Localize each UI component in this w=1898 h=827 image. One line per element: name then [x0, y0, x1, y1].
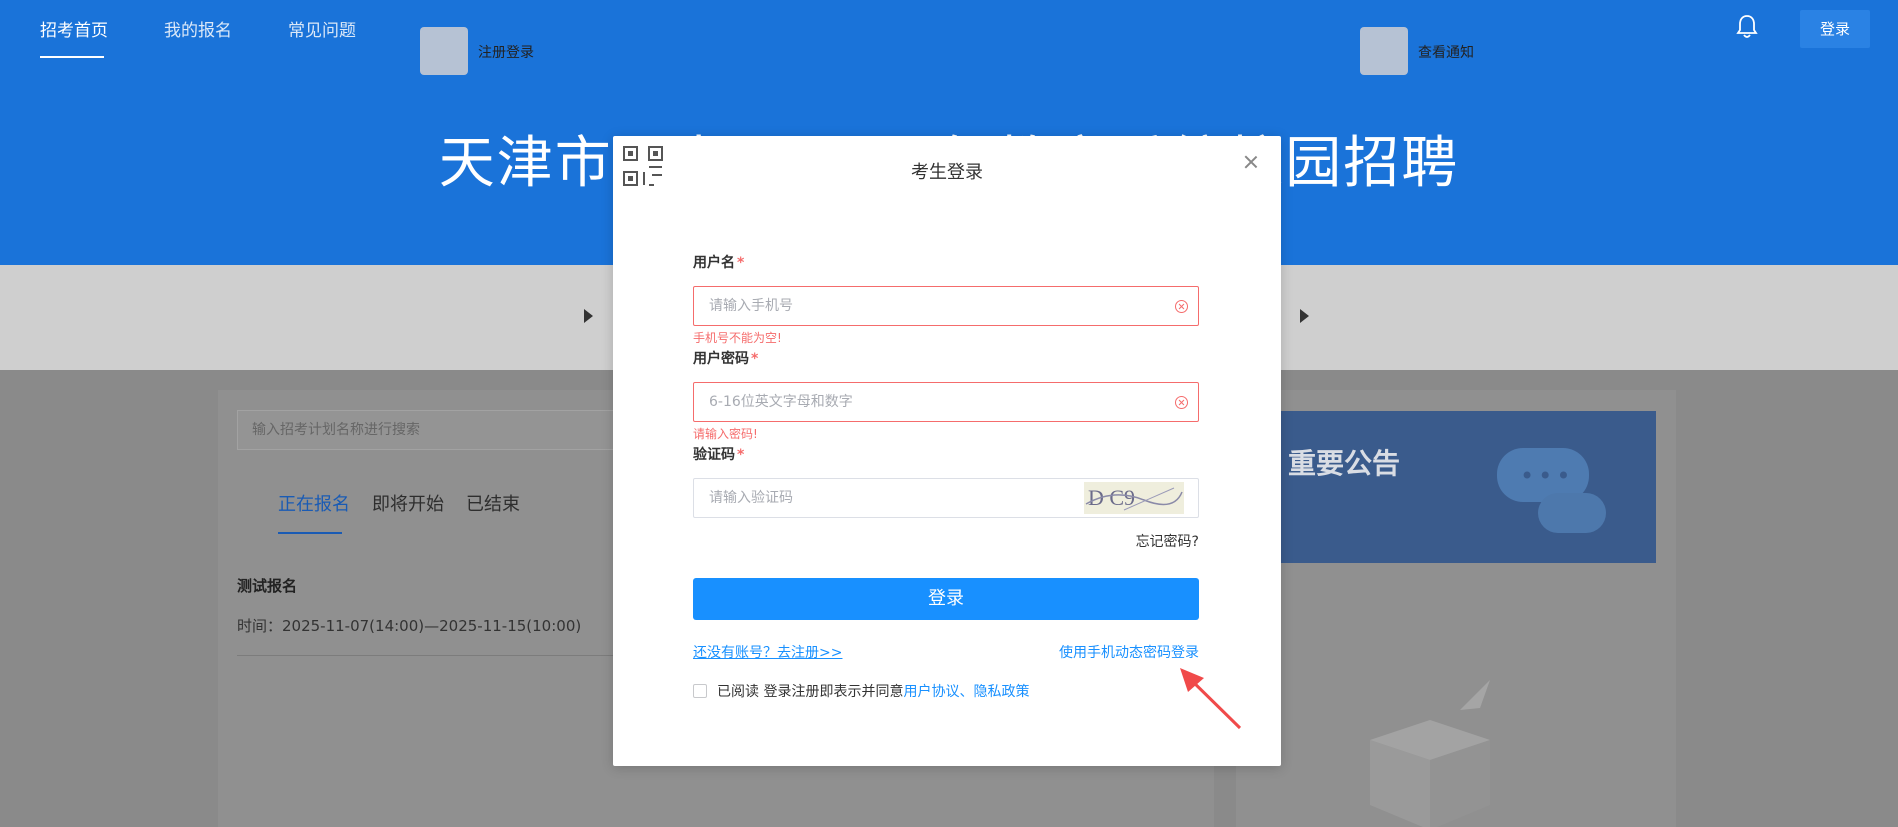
top-nav: 招考首页 我的报名 常见问题 登录 [0, 0, 1898, 60]
nav-item-home[interactable]: 招考首页 [40, 16, 108, 41]
captcha-label: 验证码 * [693, 447, 745, 463]
plan-item-time: 时间：2025-11-07(14:00)—2025-11-15(10:00) [237, 617, 582, 635]
nav-active-underline [40, 56, 104, 58]
step-arrow-icon [1300, 309, 1309, 323]
plan-item-title[interactable]: 测试报名 [237, 575, 297, 596]
step-label: 查看通知 [1418, 45, 1474, 61]
close-icon[interactable] [1243, 154, 1259, 170]
clear-icon[interactable] [1175, 396, 1188, 409]
tab-upcoming[interactable]: 即将开始 [372, 490, 444, 516]
username-label: 用户名 * [693, 255, 745, 271]
captcha-image[interactable]: D C9 [1084, 482, 1184, 514]
forgot-password-link[interactable]: 忘记密码? [1136, 531, 1199, 551]
privacy-policy-link[interactable]: 隐私政策 [973, 684, 1029, 700]
password-error: 请输入密码! [693, 427, 758, 441]
step-arrow-icon [584, 309, 593, 323]
password-field[interactable] [693, 382, 1199, 422]
agreement-text: 已阅读 登录注册即表示并同意 [717, 684, 904, 700]
nav-item-my-registrations[interactable]: 我的报名 [164, 16, 232, 41]
ellipsis-icon: ••• [1520, 462, 1575, 490]
nav-item-faq[interactable]: 常见问题 [288, 16, 356, 41]
empty-box-icon [1370, 680, 1490, 827]
sms-otp-login-link[interactable]: 使用手机动态密码登录 [1059, 642, 1199, 662]
required-mark: * [737, 447, 745, 463]
bell-icon[interactable] [1735, 14, 1759, 40]
required-mark: * [751, 351, 759, 367]
clear-icon[interactable] [1175, 300, 1188, 313]
notice-banner[interactable] [1278, 411, 1656, 563]
notice-step-icon [1360, 27, 1408, 75]
login-button[interactable]: 登录 [693, 578, 1199, 620]
username-input[interactable] [694, 287, 1198, 325]
agreement-separator: 、 [959, 684, 974, 700]
step-label: 注册登录 [478, 45, 534, 61]
tab-ended[interactable]: 已结束 [466, 490, 520, 516]
username-error: 手机号不能为空! [693, 331, 782, 345]
required-mark: * [737, 255, 745, 271]
modal-title: 考生登录 [911, 162, 983, 183]
notice-title: 重要公告 [1288, 447, 1401, 480]
password-input[interactable] [694, 383, 1198, 421]
annotation-arrow-icon [1180, 668, 1242, 730]
agreement-checkbox[interactable] [693, 684, 707, 698]
agreement-row: 已阅读 登录注册即表示并同意用户协议、隐私政策 [693, 681, 1029, 701]
password-label: 用户密码 * [693, 351, 759, 367]
chat-bubble-icon [1538, 493, 1606, 533]
captcha-field[interactable]: D C9 [693, 478, 1199, 518]
captcha-text: D C9 [1088, 485, 1135, 510]
username-field[interactable] [693, 286, 1199, 326]
tab-ongoing[interactable]: 正在报名 [278, 490, 350, 516]
top-login-button[interactable]: 登录 [1800, 10, 1870, 48]
register-link[interactable]: 还没有账号？去注册>> [693, 642, 842, 662]
register-step-icon [420, 27, 468, 75]
user-agreement-link[interactable]: 用户协议 [903, 684, 959, 700]
tab-active-underline [278, 532, 342, 534]
